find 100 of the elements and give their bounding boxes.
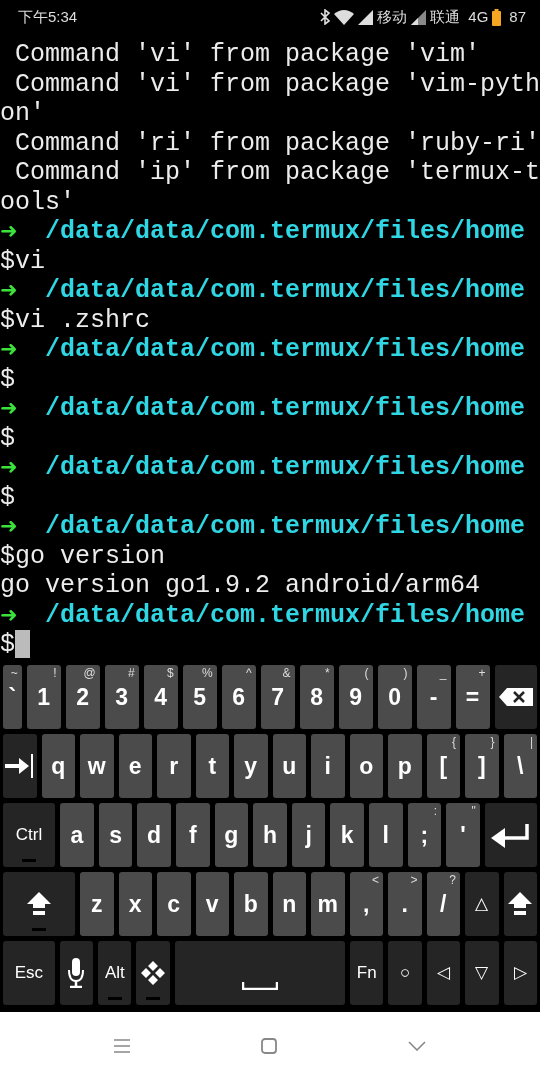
wifi-icon [334, 9, 355, 25]
keyboard-key[interactable]: h [253, 803, 287, 867]
prompt-path: /data/data/com.termux/files/home [45, 512, 526, 541]
keyboard-key[interactable]: / ? [426, 872, 460, 936]
microphone-icon [67, 958, 86, 988]
key-symbol: % [201, 667, 213, 679]
keyboard-key[interactable]: ▷ [503, 941, 537, 1005]
keyboard-key[interactable]: k [330, 803, 364, 867]
terminal-line: Command 'ri' from package 'ruby-ri' [14, 128, 540, 158]
spacebar-icon [241, 982, 278, 990]
key-symbol: > [410, 874, 418, 886]
terminal-line: $ [0, 482, 15, 512]
keyboard-key[interactable]: 9 ( [338, 665, 373, 729]
keyboard-key[interactable]: ▽ [465, 941, 499, 1005]
keyboard-key[interactable]: q [41, 734, 75, 798]
bluetooth-icon [320, 9, 331, 25]
prompt-path: /data/data/com.termux/files/home [45, 600, 526, 630]
prompt-path: /data/data/com.termux/files/home [45, 394, 526, 423]
key-symbol: ? [449, 874, 456, 886]
keyboard-key[interactable]: m [311, 872, 345, 936]
text-cursor [15, 630, 30, 658]
keyboard-key[interactable]: l [369, 803, 403, 867]
keyboard-key[interactable]: ; : [407, 803, 442, 867]
keyboard-key[interactable] [3, 734, 37, 798]
keyboard-key[interactable]: o [349, 734, 383, 798]
keyboard-key[interactable]: 8 * [299, 665, 334, 729]
keyboard-key[interactable]: Ctrl [3, 803, 56, 867]
keyboard-key[interactable]: 7 & [260, 665, 295, 729]
keyboard-key[interactable]: a [60, 803, 94, 867]
key-symbol: | [529, 736, 533, 748]
keyboard-key[interactable]: j [291, 803, 326, 867]
keyboard-key[interactable]: t [195, 734, 229, 798]
prompt-path: /data/data/com.termux/files/home [45, 276, 526, 305]
keyboard-key[interactable]: = + [455, 665, 490, 729]
keyboard-key[interactable]: 0 ) [377, 665, 412, 729]
keyboard-key[interactable]: 6 ^ [221, 665, 256, 729]
enter-icon [490, 822, 531, 848]
key-symbol: @ [83, 667, 96, 679]
keyboard-key[interactable]: . > [388, 872, 422, 936]
keyboard-key[interactable]: d [137, 803, 171, 867]
keyboard-key[interactable]: Fn [350, 941, 384, 1005]
keyboard-key[interactable]: ` ~ [3, 665, 22, 729]
prompt-arrow: ➜ [0, 454, 15, 481]
carrier-name: 移动 [377, 6, 408, 27]
keyboard-key[interactable]: g [214, 803, 249, 867]
prompt-arrow: ➜ [0, 277, 15, 304]
keyboard-key[interactable]: Alt [98, 941, 132, 1005]
keyboard-key[interactable]: y [234, 734, 268, 798]
keyboard-key[interactable] [484, 803, 537, 867]
keyboard-key[interactable]: ○ [388, 941, 422, 1005]
key-symbol: : [433, 805, 438, 817]
keyboard-key[interactable]: ] } [465, 734, 499, 798]
keyboard-key[interactable]: z [80, 872, 114, 936]
keyboard-key[interactable]: 5 % [182, 665, 217, 729]
menu-icon [113, 1039, 130, 1053]
keyboard-key[interactable]: s [98, 803, 133, 867]
key-symbol: ~ [10, 667, 18, 679]
terminal-line: Command 'ip' from package 'termux-t [14, 158, 540, 187]
keyboard-key[interactable]: [ { [426, 734, 460, 798]
keyboard-key[interactable]: e [118, 734, 152, 798]
keyboard-key[interactable]: ◁ [426, 941, 461, 1005]
keyboard-key[interactable]: Esc [3, 941, 55, 1005]
keyboard-key[interactable]: w [80, 734, 114, 798]
signal-icon [411, 9, 427, 25]
keyboard-key[interactable]: 1 ! [26, 665, 61, 729]
keyboard-key[interactable]: - _ [416, 665, 451, 729]
key-symbol: # [127, 667, 135, 679]
terminal-line: $ [0, 630, 15, 659]
prompt-arrow: ➜ [0, 513, 15, 540]
keyboard-key[interactable]: \ | [503, 734, 537, 798]
key-symbol: ^ [245, 667, 252, 679]
keyboard-key[interactable] [503, 872, 537, 936]
prompt-arrow: ➜ [0, 601, 15, 629]
keyboard-key[interactable]: i [311, 734, 345, 798]
keyboard-key[interactable]: 2 @ [65, 665, 100, 729]
terminal-line: $go version [0, 541, 166, 571]
keyboard-key[interactable]: 4 $ [143, 665, 178, 729]
home-square-icon [261, 1038, 277, 1054]
keyboard-key[interactable]: n [272, 872, 306, 936]
keyboard-key[interactable] [3, 872, 75, 936]
keyboard-key[interactable]: b [234, 872, 268, 936]
keyboard-key[interactable] [494, 665, 537, 729]
keyboard-key[interactable]: 3 # [104, 665, 139, 729]
keyboard-key[interactable]: ' " [446, 803, 480, 867]
keyboard-key[interactable]: , < [349, 872, 383, 936]
terminal-line: ools' [0, 187, 75, 217]
keyboard-key[interactable]: x [118, 872, 152, 936]
keyboard-key[interactable]: p [388, 734, 422, 798]
clock-time: 下午5:34 [18, 6, 78, 27]
keyboard-key[interactable]: r [157, 734, 191, 798]
keyboard-key[interactable]: c [157, 872, 191, 936]
prompt-path: /data/data/com.termux/files/home [45, 335, 526, 364]
terminal-line: go version go1.9.2 android/arm64 [0, 571, 481, 600]
keyboard-key[interactable]: △ [465, 872, 499, 936]
keyboard-key[interactable] [136, 941, 170, 1005]
key-symbol: ) [403, 667, 408, 679]
keyboard-key[interactable]: v [195, 872, 229, 936]
keyboard-key[interactable]: f [175, 803, 210, 867]
keyboard-key[interactable] [59, 941, 94, 1005]
keyboard-key[interactable]: u [272, 734, 306, 798]
